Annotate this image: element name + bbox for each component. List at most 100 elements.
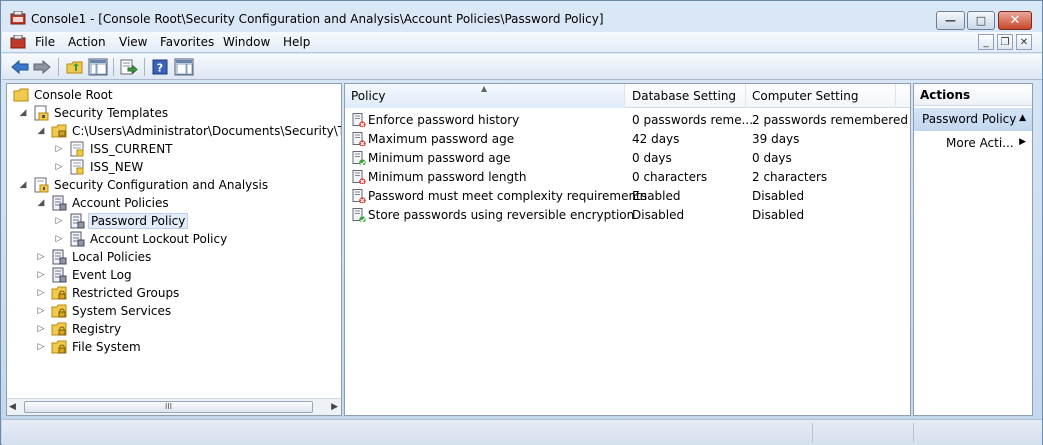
collapsed-arrow-icon[interactable]: ▷	[35, 287, 47, 299]
tree-item[interactable]: ▷ Password Policy	[53, 212, 189, 230]
tree-item[interactable]: ◢ Account Policies	[35, 194, 171, 212]
tree-item[interactable]: ◢ Security Templates	[17, 104, 170, 122]
close-icon: ✕	[1009, 13, 1021, 28]
menu-file[interactable]: File	[35, 35, 55, 49]
tree-item-label: File System	[72, 340, 141, 354]
close-icon: ✕	[1019, 36, 1029, 48]
tree-item-label: Account Lockout Policy	[90, 232, 228, 246]
menu-favorites[interactable]: Favorites	[160, 35, 214, 49]
collapsed-arrow-icon[interactable]: ▷	[53, 161, 65, 173]
collapsed-arrow-icon[interactable]: ▷	[35, 251, 47, 263]
policy-row[interactable]: Maximum password age 42 days 39 days	[345, 130, 910, 149]
tree-horizontal-scrollbar[interactable]: ◀ III ▶	[7, 398, 341, 415]
child-restore-button[interactable]: ❐	[997, 34, 1013, 50]
column-header-database-setting[interactable]: Database Setting	[626, 84, 746, 108]
expanded-arrow-icon[interactable]: ◢	[35, 125, 47, 137]
policy-row[interactable]: Enforce password history 0 passwords reme…	[345, 111, 910, 130]
tree-item[interactable]: Console Root	[13, 86, 115, 104]
policy-row[interactable]: Password must meet complexity requiremen…	[345, 187, 910, 206]
policy-icon	[69, 231, 85, 247]
tree-item[interactable]: ▷ Registry	[35, 320, 123, 338]
console-tree-pane[interactable]: Console Root ◢ Security Templates ◢ C:\Users…	[6, 83, 342, 416]
scroll-right-arrow-icon[interactable]: ▶	[331, 402, 338, 412]
help-icon: ?	[152, 59, 168, 75]
tree-item[interactable]: ◢ Security Configuration and Analysis	[17, 176, 270, 194]
scroll-thumb[interactable]: III	[24, 401, 313, 413]
policy-icon	[69, 213, 85, 229]
collapsed-arrow-icon[interactable]: ▷	[35, 341, 47, 353]
svg-text:?: ?	[157, 62, 163, 75]
tree-item[interactable]: ▷ ISS_NEW	[53, 158, 145, 176]
expanded-arrow-icon[interactable]: ◢	[17, 107, 29, 119]
close-button[interactable]: ✕	[998, 11, 1032, 30]
restore-button[interactable]: □	[967, 11, 995, 30]
collapsed-arrow-icon[interactable]: ▷	[53, 233, 65, 245]
policy-name: Minimum password age	[368, 151, 511, 165]
collapsed-arrow-icon[interactable]: ▷	[53, 215, 65, 227]
tree-item-label: Account Policies	[72, 196, 169, 210]
show-hide-action-pane-button[interactable]	[174, 57, 194, 77]
forward-button[interactable]	[32, 57, 52, 77]
tree-item[interactable]: ▷ Local Policies	[35, 248, 153, 266]
policy-row[interactable]: Minimum password length 0 characters 2 cha…	[345, 168, 910, 187]
menu-action[interactable]: Action	[68, 35, 106, 49]
tree-item[interactable]: ◢ C:\Users\Administrator\Documents\Securi…	[35, 122, 341, 140]
policy-name: Store passwords using reversible encrypt…	[368, 208, 635, 222]
policy-row[interactable]: Minimum password age 0 days 0 days	[345, 149, 910, 168]
collapsed-arrow-icon[interactable]: ▷	[53, 143, 65, 155]
tree-item-label: Security Templates	[54, 106, 169, 120]
expanded-arrow-icon[interactable]: ◢	[17, 179, 29, 191]
collapsed-arrow-icon[interactable]: ▷	[35, 269, 47, 281]
tree-item[interactable]: ▷ System Services	[35, 302, 173, 320]
status-segment	[812, 423, 912, 442]
show-hide-action-pane-icon	[174, 58, 194, 76]
column-header-computer-setting[interactable]: Computer Setting	[746, 84, 896, 108]
policy-name: Minimum password length	[368, 170, 527, 184]
expanded-arrow-icon[interactable]: ◢	[35, 197, 47, 209]
tree-item[interactable]: ▷ Account Lockout Policy	[53, 230, 229, 248]
more-actions-link[interactable]: More Acti...	[946, 136, 1014, 150]
tree-item[interactable]: ▷ Restricted Groups	[35, 284, 181, 302]
minimize-button[interactable]: —	[936, 11, 965, 30]
policy-mismatch-icon	[352, 113, 366, 127]
menu-window[interactable]: Window	[223, 35, 270, 49]
actions-section-header[interactable]: Password Policy ▲	[914, 108, 1032, 131]
show-hide-tree-icon	[88, 58, 108, 76]
restore-icon: ❐	[1000, 36, 1010, 48]
computer-setting: 0 days	[752, 151, 792, 165]
results-pane[interactable]: Policy ▲ Database Setting Computer Setti…	[344, 83, 911, 416]
minimize-icon: —	[945, 14, 956, 27]
security-templates-icon	[33, 105, 49, 121]
show-hide-tree-button[interactable]	[88, 57, 108, 77]
database-setting: 0 days	[632, 151, 672, 165]
list-header: Policy ▲ Database Setting Computer Setti…	[345, 84, 910, 108]
policy-icon	[51, 267, 67, 283]
child-minimize-button[interactable]: _	[978, 34, 994, 50]
column-header-policy[interactable]: Policy ▲	[345, 84, 625, 108]
policy-name: Password must meet complexity requiremen…	[368, 189, 648, 203]
computer-setting: 2 passwords remembered	[752, 113, 908, 127]
tree-item-label: Console Root	[34, 88, 113, 102]
policy-row[interactable]: Store passwords using reversible encrypt…	[345, 206, 910, 225]
tree-item[interactable]: ▷ File System	[35, 338, 143, 356]
console-menu-icon[interactable]	[10, 35, 26, 49]
toolbar-separator	[58, 58, 59, 76]
collapsed-arrow-icon[interactable]: ▷	[35, 305, 47, 317]
up-one-level-button[interactable]	[65, 57, 85, 77]
actions-section-label: Password Policy	[922, 112, 1017, 126]
export-list-button[interactable]	[119, 57, 139, 77]
menu-view[interactable]: View	[119, 35, 147, 49]
scroll-left-arrow-icon[interactable]: ◀	[9, 402, 16, 412]
help-button[interactable]: ?	[150, 57, 170, 77]
menu-help[interactable]: Help	[283, 35, 310, 49]
policy-name: Enforce password history	[368, 113, 520, 127]
collapsed-arrow-icon[interactable]: ▷	[35, 323, 47, 335]
tree-item-label: Registry	[72, 322, 122, 336]
back-button[interactable]	[10, 57, 30, 77]
tree-item[interactable]: ▷ Event Log	[35, 266, 134, 284]
tree-item[interactable]: ▷ ISS_CURRENT	[53, 140, 175, 158]
forward-arrow-icon	[33, 60, 51, 74]
title-bar[interactable]: Console1 - [Console Root\Security Config…	[1, 1, 1042, 31]
child-close-button[interactable]: ✕	[1016, 34, 1032, 50]
policy-icon	[51, 195, 67, 211]
